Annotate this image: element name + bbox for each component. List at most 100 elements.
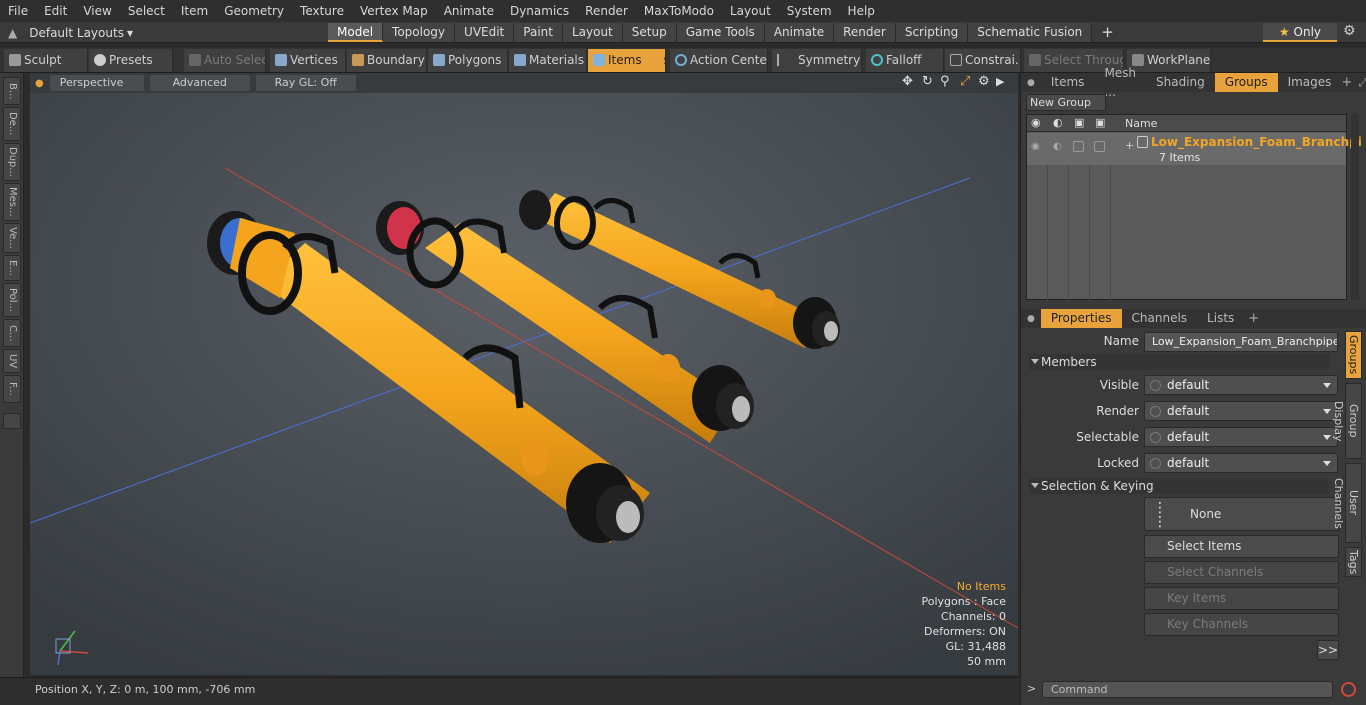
tab-model[interactable]: Model <box>328 23 384 42</box>
tab-topology[interactable]: Topology <box>383 23 456 42</box>
panel-menu-icon[interactable]: ● <box>1027 78 1035 88</box>
group-row[interactable]: ◉ ◐ + Low_Expansion_Foam_Branchpi ... 7 … <box>1027 133 1366 165</box>
sculpt-button[interactable]: Sculpt <box>4 49 88 72</box>
add-prop-tab-icon[interactable]: + <box>1248 311 1259 326</box>
menu-texture[interactable]: Texture <box>292 0 352 22</box>
selection-keying-section[interactable]: Selection & Keying <box>1029 478 1329 494</box>
left-tab-mesh-edit[interactable]: Mes... <box>3 183 21 221</box>
menu-edit[interactable]: Edit <box>36 0 75 22</box>
left-tab-expand[interactable] <box>3 413 21 429</box>
selectable-dropdown[interactable]: default <box>1144 427 1338 447</box>
visible-dropdown[interactable]: default <box>1144 375 1338 395</box>
menu-geometry[interactable]: Geometry <box>216 0 292 22</box>
tab-animate[interactable]: Animate <box>764 23 835 42</box>
tab-game-tools[interactable]: Game Tools <box>676 23 765 42</box>
side-tab-group-display[interactable]: Group Display <box>1332 383 1362 459</box>
menu-render[interactable]: Render <box>577 0 636 22</box>
raygl-button[interactable]: Ray GL: Off <box>255 75 356 91</box>
vertices-button[interactable]: Vertices 1 <box>270 49 346 72</box>
tab-paint[interactable]: Paint <box>514 23 563 42</box>
more-button[interactable]: >> <box>1317 640 1339 660</box>
menu-select[interactable]: Select <box>120 0 173 22</box>
viewport-menu-icon[interactable]: ● <box>35 78 44 89</box>
perspective-button[interactable]: Perspective <box>49 75 144 91</box>
menu-animate[interactable]: Animate <box>436 0 502 22</box>
menu-view[interactable]: View <box>75 0 119 22</box>
group-name-field[interactable]: Low_Expansion_Foam_Branchpipes_S <box>1144 332 1338 352</box>
expand-plus-icon[interactable]: + <box>1125 139 1134 152</box>
add-tab-icon[interactable]: + <box>1341 75 1352 90</box>
tab-shading[interactable]: Shading <box>1146 73 1215 92</box>
left-tab-edge[interactable]: E... <box>3 255 21 281</box>
constraints-button[interactable]: Constrai... <box>945 49 1021 72</box>
render-icon[interactable]: ◐ <box>1053 116 1063 129</box>
tree-scrollbar[interactable] <box>1351 114 1359 300</box>
symmetry-button[interactable]: Symmetry <box>772 49 862 72</box>
record-icon[interactable] <box>1341 682 1356 697</box>
rotate-view-icon[interactable]: ↻ <box>922 74 933 89</box>
select-items-button[interactable]: Select Items <box>1144 535 1339 558</box>
tab-uvedit[interactable]: UVEdit <box>455 23 515 42</box>
materials-button[interactable]: Materials <box>509 49 587 72</box>
menu-maxtomodo[interactable]: MaxToModo <box>636 0 722 22</box>
command-expand-icon[interactable]: > <box>1027 682 1036 695</box>
move-view-icon[interactable]: ✥ <box>902 74 913 89</box>
side-tab-tags[interactable]: Tags <box>1345 547 1362 577</box>
3d-viewport[interactable]: ● Perspective Advanced Ray GL: Off ✥ ↻ ⚲… <box>30 73 1018 675</box>
add-tab-plus-icon[interactable]: + <box>1092 23 1123 42</box>
props-menu-icon[interactable]: ● <box>1027 314 1035 324</box>
zoom-view-icon[interactable]: ⚲ <box>940 74 950 89</box>
viewport-expand-icon[interactable]: ▶ <box>996 75 1004 88</box>
advanced-button[interactable]: Advanced <box>149 75 250 91</box>
tab-schematic-fusion[interactable]: Schematic Fusion <box>968 23 1093 42</box>
locked-dropdown[interactable]: default <box>1144 453 1338 473</box>
key-items-button[interactable]: Key Items <box>1144 587 1339 610</box>
left-tab-uv[interactable]: UV <box>3 349 21 373</box>
side-tab-user-channels[interactable]: User Channels <box>1332 463 1362 543</box>
row-lock-box[interactable] <box>1073 141 1084 152</box>
new-group-button[interactable]: New Group <box>1026 94 1106 111</box>
menu-vertex-map[interactable]: Vertex Map <box>352 0 436 22</box>
tab-layout[interactable]: Layout <box>562 23 623 42</box>
maximize-view-icon[interactable]: ⤢ <box>960 74 970 89</box>
left-tab-fusion[interactable]: F... <box>3 375 21 403</box>
left-tab-vertex[interactable]: Ve... <box>3 223 21 253</box>
gear-icon[interactable]: ⚙ <box>1343 23 1356 39</box>
left-tab-duplicate[interactable]: Dup... <box>3 143 21 181</box>
menu-help[interactable]: Help <box>840 0 883 22</box>
row-select-box[interactable] <box>1094 141 1105 152</box>
boundary-button[interactable]: Boundary <box>347 49 427 72</box>
viewport-gear-icon[interactable]: ⚙ <box>978 74 990 89</box>
render-dropdown[interactable]: default <box>1144 401 1338 421</box>
tab-channels[interactable]: Channels <box>1122 309 1198 328</box>
tab-properties[interactable]: Properties <box>1040 309 1122 328</box>
tab-render[interactable]: Render <box>834 23 896 42</box>
tab-images[interactable]: Images <box>1278 73 1342 92</box>
tab-scripting[interactable]: Scripting <box>895 23 969 42</box>
tab-items[interactable]: Items <box>1041 73 1095 92</box>
layouts-dropdown[interactable]: ▲ Default Layouts ▾ <box>0 22 133 43</box>
auto-select-button[interactable]: Auto Select <box>184 49 266 72</box>
row-eye-icon[interactable]: ◉ <box>1031 141 1040 152</box>
key-channels-button[interactable]: Key Channels <box>1144 613 1339 636</box>
left-tab-curve[interactable]: C... <box>3 319 21 347</box>
members-section[interactable]: Members <box>1029 354 1329 370</box>
presets-button[interactable]: Presets <box>89 49 173 72</box>
lock-icon[interactable]: ▣ <box>1074 116 1084 129</box>
tab-groups[interactable]: Groups <box>1214 73 1278 92</box>
menu-file[interactable]: File <box>0 0 36 22</box>
action-center-button[interactable]: Action Center <box>670 49 768 72</box>
command-input[interactable]: Command <box>1042 681 1333 698</box>
none-button[interactable]: ⋮ ⋮ None <box>1144 497 1339 531</box>
only-toggle[interactable]: ★ Only <box>1263 23 1337 42</box>
menu-item[interactable]: Item <box>173 0 216 22</box>
tab-setup[interactable]: Setup <box>622 23 677 42</box>
row-render-icon[interactable]: ◐ <box>1053 141 1062 152</box>
left-tab-basic[interactable]: B... <box>3 77 21 105</box>
select-channels-button[interactable]: Select Channels <box>1144 561 1339 584</box>
tab-lists[interactable]: Lists <box>1197 309 1244 328</box>
items-button[interactable]: Items 5 <box>588 49 666 72</box>
side-tab-groups[interactable]: Groups <box>1345 331 1362 379</box>
left-tab-deform[interactable]: De... <box>3 107 21 141</box>
menu-system[interactable]: System <box>779 0 840 22</box>
